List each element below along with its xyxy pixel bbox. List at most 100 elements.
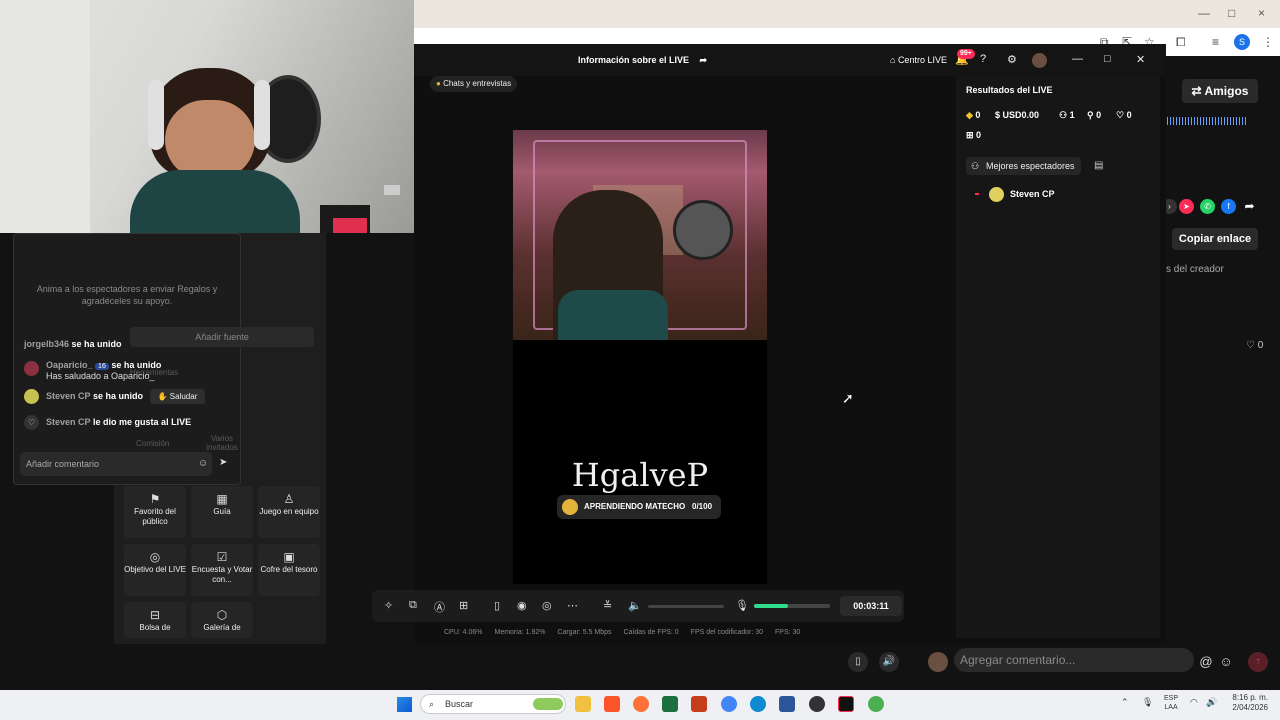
brave-icon[interactable] xyxy=(604,696,620,712)
live-goal-chip[interactable]: APRENDIENDO MATECHO 0/100 xyxy=(557,495,721,519)
tiktok-icon[interactable] xyxy=(838,696,854,712)
profile-avatar[interactable] xyxy=(1032,53,1047,68)
minimize-button[interactable]: — xyxy=(1198,6,1210,20)
studio-comment-input[interactable]: Añadir comentario xyxy=(20,452,212,476)
diamond-icon: ◆ xyxy=(966,110,976,120)
chats-interviews-chip[interactable]: ● Chats y entrevistas xyxy=(430,76,518,92)
greet-button[interactable]: ✋ Saludar xyxy=(150,389,205,404)
target-icon: ◎ xyxy=(149,550,161,564)
chrome-icon[interactable] xyxy=(721,696,737,712)
excel-icon[interactable] xyxy=(662,696,678,712)
wifi-icon[interactable]: ◠ xyxy=(1190,697,1198,708)
extensions-icon[interactable]: ⧠ xyxy=(1176,35,1186,50)
windows-start-icon[interactable] xyxy=(397,697,412,712)
tool-bag[interactable]: ⊟ Bolsa de xyxy=(124,602,186,638)
add-source-button[interactable]: Añadir fuente xyxy=(130,327,314,347)
commission-label: Comisión xyxy=(136,439,170,448)
edge-icon[interactable] xyxy=(750,696,766,712)
whatsapp-icon[interactable]: ✆ xyxy=(1200,199,1215,214)
firefox-icon[interactable] xyxy=(633,696,649,712)
chat-message: Steven CP le dio me gusta al LIVE xyxy=(46,417,191,427)
language-indicator[interactable]: ESP LAA xyxy=(1164,694,1178,712)
send-comment-icon[interactable]: ↑ xyxy=(1248,652,1268,672)
tray-chevron-icon[interactable]: ⌃ xyxy=(1121,697,1129,708)
volume-icon[interactable]: 🔊 xyxy=(879,652,899,672)
audio-wave xyxy=(1167,117,1247,125)
share-arrow-icon[interactable]: ➦ xyxy=(1242,199,1257,214)
star-people-icon: ⚑ xyxy=(149,492,161,506)
copy-link-button[interactable]: Copiar enlace xyxy=(1172,228,1258,250)
settings-icon[interactable]: ⚙ xyxy=(1007,53,1017,66)
maximize-icon[interactable]: □ xyxy=(1104,53,1111,65)
heart-icon: ♡ xyxy=(24,415,39,430)
facebook-icon[interactable]: f xyxy=(1221,199,1236,214)
best-viewers-tab[interactable]: ⚇ Mejores espectadores xyxy=(966,157,1081,175)
fps-drops-stat: Caídas de FPS: 0 xyxy=(623,629,679,636)
tool-treasure-chest[interactable]: ▣ Cofre del tesoro xyxy=(258,544,320,596)
maximize-button[interactable]: □ xyxy=(1228,6,1235,20)
stream-stats: CPU: 4.06% Memoria: 1.92% Cargar: 5.5 Mb… xyxy=(444,629,810,636)
ai-icon[interactable]: Ⓐ xyxy=(434,599,445,615)
live-center-button[interactable]: ⌂ Centro LIVE xyxy=(890,55,947,65)
speaker-icon[interactable]: 🔈 xyxy=(628,599,642,612)
microphone-icon[interactable]: 🎙 xyxy=(735,599,749,612)
menu-dots-icon[interactable]: ⋮ xyxy=(1262,35,1274,49)
clock-time: 8:16 p. m. xyxy=(1232,693,1268,702)
likes-stat: ♡ 0 xyxy=(1116,110,1132,121)
layers-icon[interactable]: ⧉ xyxy=(409,599,417,612)
chat-greeting: Has saludado a Oaparicio_ xyxy=(46,371,155,381)
record-icon[interactable]: ◉ xyxy=(517,599,527,612)
powerpoint-icon[interactable] xyxy=(691,696,707,712)
minimize-icon[interactable]: — xyxy=(1072,53,1083,65)
more-icon[interactable]: ⋯ xyxy=(567,599,578,612)
viewer-avatar xyxy=(989,187,1004,202)
media-icon[interactable]: ≡ xyxy=(1212,35,1219,49)
like-count[interactable]: ♡ 0 xyxy=(1246,340,1263,351)
tool-team-game[interactable]: ♙ Juego en equipo xyxy=(258,486,320,538)
mention-icon[interactable]: @ xyxy=(1196,652,1216,672)
comment-input[interactable]: Agregar comentario... xyxy=(954,648,1194,672)
tray-mic-icon[interactable]: 🎙 xyxy=(1142,697,1153,708)
clock[interactable]: 8:16 p. m. 2/04/2026 xyxy=(1228,693,1268,713)
file-explorer-icon[interactable] xyxy=(575,696,591,712)
chat-message: jorgelb346 se ha unido xyxy=(24,339,122,349)
list-icon[interactable]: ▤ xyxy=(1094,160,1103,171)
tool-favorite-audience[interactable]: ⚑ Favorito del público xyxy=(124,486,186,538)
heart-icon: ♡ xyxy=(1246,340,1258,351)
live-info-title[interactable]: Información sobre el LIVE ➦ xyxy=(578,55,707,66)
tool-gallery[interactable]: ⬡ Galería de xyxy=(191,602,253,638)
chat-action: se ha unido xyxy=(71,339,122,349)
add-source-icon[interactable]: ⊞ xyxy=(459,599,468,612)
tool-label: Favorito del público xyxy=(134,507,176,526)
phone-icon[interactable]: ▯ xyxy=(494,599,500,612)
profile-avatar[interactable]: S xyxy=(1234,34,1250,50)
emoji-icon[interactable]: ☺ xyxy=(1216,652,1236,672)
taskbar-search[interactable]: ⌕ Buscar xyxy=(420,694,566,714)
help-icon[interactable]: ? xyxy=(980,53,986,65)
obs-icon[interactable] xyxy=(809,696,825,712)
like-count-value: 0 xyxy=(1257,340,1264,351)
word-icon[interactable] xyxy=(779,696,795,712)
capture-icon[interactable]: ◎ xyxy=(542,599,552,612)
tool-poll[interactable]: ☑ Encuesta y Votar con... xyxy=(191,544,253,596)
close-button[interactable]: × xyxy=(1258,6,1265,20)
sliders-icon[interactable]: ≚ xyxy=(603,599,612,612)
magic-wand-icon[interactable]: ✧ xyxy=(384,599,393,612)
coin-icon: $ xyxy=(995,110,1003,120)
friends-button[interactable]: ⇄ Amigos xyxy=(1182,79,1258,103)
send-icon[interactable]: ➤ xyxy=(1179,199,1194,214)
medal-icon xyxy=(562,499,578,515)
chat-message: Oaparicio_ 16 se ha unido xyxy=(46,360,161,370)
best-viewers-label: Mejores espectadores xyxy=(986,161,1075,171)
tool-live-goal[interactable]: ◎ Objetivo del LIVE xyxy=(124,544,186,596)
close-icon[interactable]: ✕ xyxy=(1136,53,1145,66)
chrome-profile-icon[interactable] xyxy=(868,696,884,712)
speaker-tray-icon[interactable]: 🔊 xyxy=(1206,697,1217,708)
top-viewer-name[interactable]: Steven CP xyxy=(1010,189,1055,199)
tool-guide[interactable]: ▦ Guía xyxy=(191,486,253,538)
emoji-icon[interactable]: ☺ xyxy=(198,458,208,469)
volume-slider[interactable] xyxy=(648,605,724,608)
device-icon[interactable]: ▯ xyxy=(848,652,868,672)
send-icon[interactable]: ➤ xyxy=(219,457,227,468)
chat-username: jorgelb346 xyxy=(24,339,70,349)
